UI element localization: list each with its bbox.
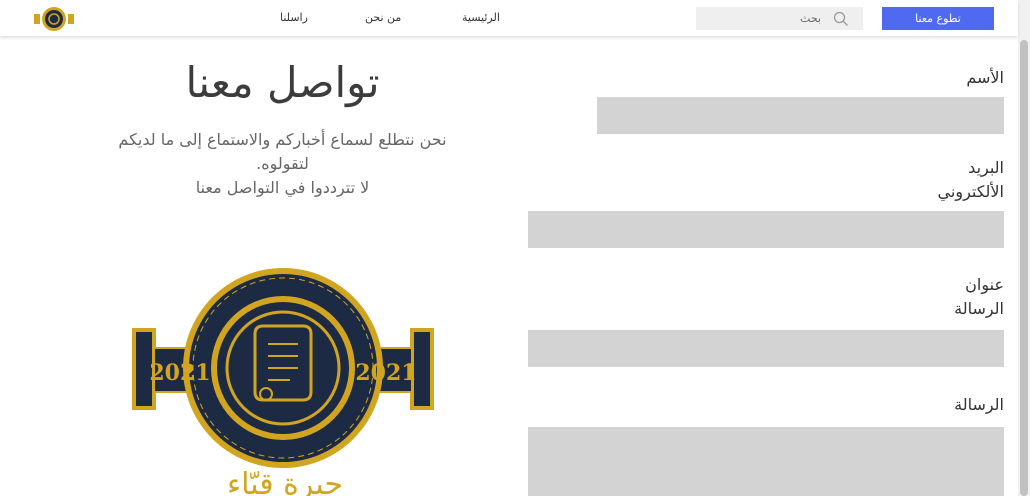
subject-field[interactable]	[528, 330, 1004, 367]
search-input[interactable]	[711, 7, 821, 30]
intro-line: نحن نتطلع لسماع أخباركم والاستماع إلى ما…	[118, 130, 447, 149]
email-label-line: البريد	[968, 158, 1004, 177]
email-label: البريد الألكتروني	[938, 156, 1004, 204]
year-right: 2021	[355, 360, 416, 386]
email-field[interactable]	[528, 211, 1004, 248]
name-label: الأسم	[966, 68, 1004, 87]
emblem-logo: 2021 2021	[132, 268, 434, 468]
top-navbar: راسلنا من نحن الرئيسية تطوع معنا	[0, 0, 1018, 36]
intro-line: لا تترددوا في التواصل معنا	[195, 178, 370, 197]
nav-link-about[interactable]: من نحن	[365, 11, 401, 24]
intro-text: نحن نتطلع لسماع أخباركم والاستماع إلى ما…	[95, 128, 470, 200]
name-field[interactable]	[597, 97, 1004, 134]
page-scrollbar[interactable]	[1018, 0, 1030, 496]
nav-link-home[interactable]: الرئيسية	[462, 11, 500, 24]
intro-line: لتقولوه.	[256, 154, 309, 173]
search-box	[696, 7, 863, 30]
subject-label-line: عنوان	[965, 275, 1004, 294]
email-label-line: الألكتروني	[937, 182, 1004, 201]
site-logo-icon[interactable]	[32, 5, 76, 33]
nav-link-contact[interactable]: راسلنا	[280, 11, 308, 24]
emblem-caption: جيرة قيّاء	[226, 467, 344, 496]
search-icon[interactable]	[833, 11, 849, 27]
message-field[interactable]	[528, 427, 1004, 496]
scrollbar-thumb[interactable]	[1020, 40, 1028, 496]
page-title: تواصل معنا	[185, 58, 380, 107]
volunteer-button[interactable]: تطوع معنا	[882, 7, 994, 30]
subject-label: عنوان الرسالة	[954, 273, 1004, 321]
subject-label-line: الرسالة	[954, 299, 1004, 318]
message-label: الرسالة	[954, 395, 1004, 414]
year-left: 2021	[149, 360, 210, 386]
